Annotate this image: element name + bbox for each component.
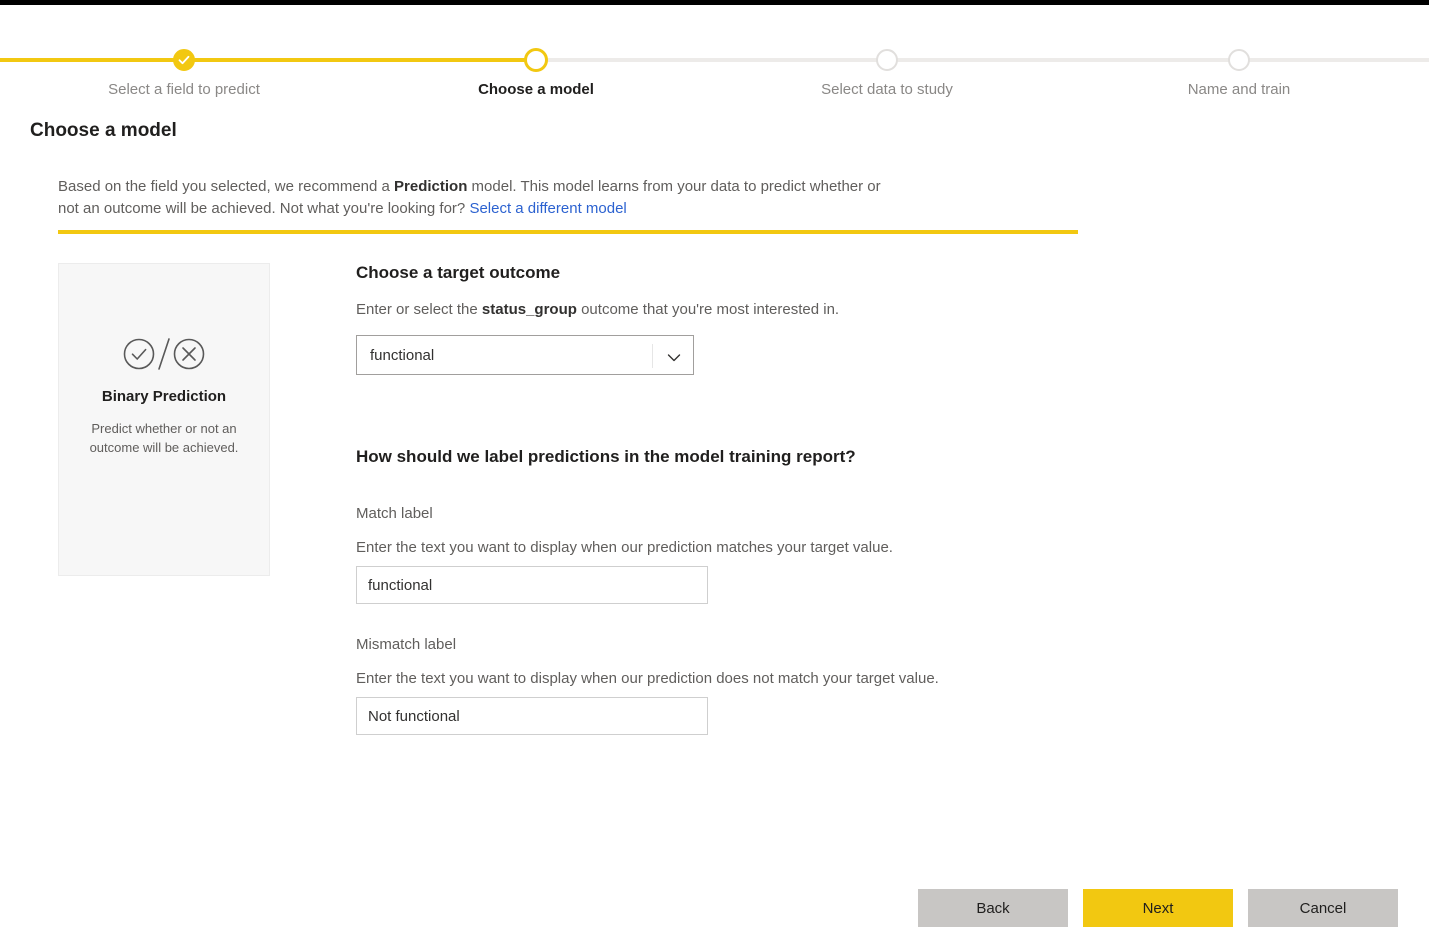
select-different-model-link[interactable]: Select a different model (469, 200, 626, 217)
intro-paragraph: Based on the field you selected, we reco… (58, 176, 888, 220)
dropdown-divider (652, 344, 653, 368)
mismatch-label-title: Mismatch label (356, 636, 457, 653)
binary-prediction-icon (59, 336, 269, 372)
stepper-dot-upcoming (876, 49, 898, 71)
next-button[interactable]: Next (1083, 889, 1233, 927)
match-label-help-text: Enter the text you want to display when … (356, 539, 893, 556)
cancel-button[interactable]: Cancel (1248, 889, 1398, 927)
match-label-input[interactable]: functional (356, 566, 708, 604)
check-circle-slash-x-circle-icon (123, 338, 205, 370)
target-outcome-description: Enter or select the status_group outcome… (356, 301, 1096, 318)
mismatch-label-input[interactable]: Not functional (356, 697, 708, 735)
stepper-label: Select data to study (821, 81, 953, 98)
intro-accent-rule (58, 230, 1078, 234)
stepper-track-progress (0, 58, 538, 62)
chevron-down-glyph (667, 354, 681, 362)
intro-block: Based on the field you selected, we reco… (58, 176, 1078, 234)
match-label-title: Match label (356, 505, 433, 522)
stepper-label: Choose a model (478, 81, 594, 98)
model-card-binary-prediction[interactable]: Binary Prediction Predict whether or not… (58, 263, 270, 576)
mismatch-label-field-block: Mismatch label Enter the text you want t… (356, 636, 1096, 735)
stepper-label: Name and train (1187, 81, 1291, 98)
target-outcome-heading: Choose a target outcome (356, 263, 561, 282)
back-button[interactable]: Back (918, 889, 1068, 927)
target-outcome-desc-part2: outcome that you're most interested in. (576, 301, 840, 318)
wizard-stepper: Select a field to predict Choose a model… (0, 5, 1429, 108)
intro-emphasis: Prediction (394, 178, 468, 195)
target-outcome-desc-part1: Enter or select the (356, 301, 482, 318)
target-outcome-dropdown[interactable]: functional (356, 335, 694, 375)
stepper-dot-upcoming (1228, 49, 1250, 71)
check-icon (178, 55, 190, 65)
chevron-down-icon[interactable] (667, 350, 681, 368)
target-outcome-selected-value: functional (370, 346, 435, 364)
model-card-title: Binary Prediction (101, 388, 227, 405)
stepper-label: Select a field to predict (108, 81, 260, 98)
model-card-description: Predict whether or not an outcome will b… (89, 421, 239, 455)
intro-text-part1: Based on the field you selected, we reco… (58, 178, 395, 195)
wizard-footer: Back Next Cancel (918, 889, 1398, 927)
mismatch-label-help-text: Enter the text you want to display when … (356, 670, 939, 687)
stepper-dot-completed (173, 49, 195, 71)
labels-section-heading: How should we label predictions in the m… (356, 447, 856, 466)
page-title: Choose a model (30, 120, 177, 141)
target-outcome-field-name: status_group (481, 301, 577, 318)
match-label-field-block: Match label Enter the text you want to d… (356, 505, 1096, 604)
main-form-column: Choose a target outcome Enter or select … (356, 263, 1096, 735)
stepper-dot-active (524, 48, 548, 72)
